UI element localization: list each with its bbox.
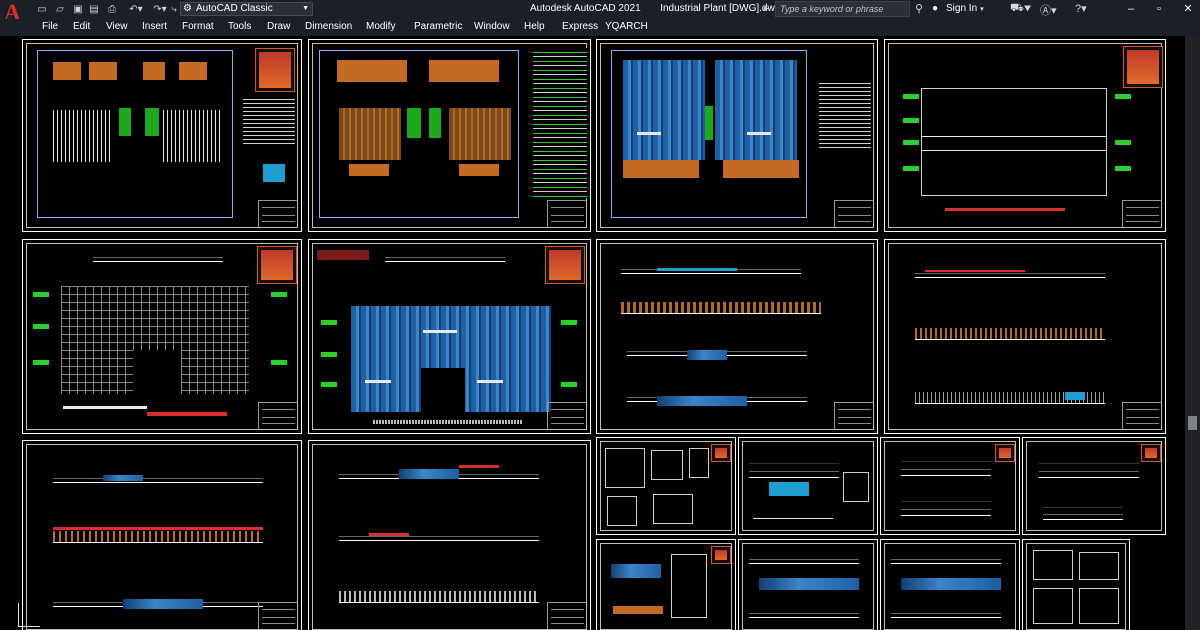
minimize-icon[interactable]: – xyxy=(1123,0,1139,18)
sheet-sections-2[interactable] xyxy=(308,440,591,630)
sheet-details-3[interactable] xyxy=(880,437,1020,535)
sheet-elevations-2[interactable] xyxy=(884,239,1166,434)
file-title: Industrial Plant [DWG].dwg xyxy=(660,3,781,14)
sheet-sections-1[interactable] xyxy=(22,440,302,630)
menu-file[interactable]: File xyxy=(42,21,58,32)
save-icon[interactable]: ▣ xyxy=(72,3,84,16)
share-icon[interactable]: ⤷ xyxy=(170,3,178,16)
gear-icon: ⚙ xyxy=(183,3,192,14)
menu-draw[interactable]: Draw xyxy=(267,21,290,32)
sheet-ceiling-plan[interactable] xyxy=(308,239,591,434)
menu-edit[interactable]: Edit xyxy=(73,21,90,32)
menu-insert[interactable]: Insert xyxy=(142,21,167,32)
search-input[interactable]: Type a keyword or phrase xyxy=(775,1,910,17)
sheet-details-1[interactable] xyxy=(596,437,736,535)
redo-icon[interactable]: ↷▾ xyxy=(151,3,169,16)
menu-yqarch[interactable]: YQARCH xyxy=(605,21,648,32)
sign-in-label: Sign In xyxy=(946,3,978,14)
menu-bar: File Edit View Insert Format Tools Draw … xyxy=(0,19,1200,36)
undo-icon[interactable]: ↶▾ xyxy=(127,3,145,16)
sheet-details-5[interactable] xyxy=(596,539,736,630)
sheet-site-plan-1[interactable] xyxy=(22,39,302,232)
sheet-details-4[interactable] xyxy=(1022,437,1166,535)
sheet-axis-plan[interactable] xyxy=(884,39,1166,232)
open-icon[interactable]: ▱ xyxy=(54,3,66,16)
sheet-racking-plan[interactable] xyxy=(22,239,302,434)
workspace-dropdown[interactable]: ⚙ AutoCAD Classic ▼ xyxy=(180,2,313,16)
menu-format[interactable]: Format xyxy=(182,21,214,32)
sheet-details-7[interactable] xyxy=(880,539,1020,630)
sign-in-button[interactable]: ● Sign In ▾ xyxy=(932,3,984,14)
ucs-icon xyxy=(10,601,40,630)
close-icon[interactable]: ✕ xyxy=(1180,0,1196,18)
cart-icon[interactable]: ⛟▾ xyxy=(1010,2,1031,16)
a360-icon[interactable]: Ⓐ▾ xyxy=(1040,2,1057,18)
menu-express[interactable]: Express xyxy=(562,21,598,32)
sheet-details-6[interactable] xyxy=(738,539,878,630)
binoculars-icon[interactable]: ⚲ xyxy=(915,2,923,15)
sheet-details-2[interactable] xyxy=(738,437,878,535)
menu-view[interactable]: View xyxy=(106,21,128,32)
menu-dimension[interactable]: Dimension xyxy=(305,21,352,32)
maximize-icon[interactable]: ▫ xyxy=(1151,0,1167,18)
sheet-details-8[interactable] xyxy=(1022,539,1130,630)
vertical-scrollbar[interactable] xyxy=(1185,36,1200,630)
scrollbar-thumb[interactable] xyxy=(1188,416,1197,430)
sheet-roof-plan[interactable] xyxy=(596,39,878,232)
chevron-down-icon: ▼ xyxy=(302,5,309,12)
menu-parametric[interactable]: Parametric xyxy=(414,21,462,32)
menu-help[interactable]: Help xyxy=(524,21,545,32)
title-bar: A ▭ ▱ ▣ ▤ ⎙ ↶▾ ↷▾ ⤷ ⚙ AutoCAD Classic ▼ … xyxy=(0,0,1200,25)
search-icon[interactable]: ▸ xyxy=(764,3,769,14)
menu-window[interactable]: Window xyxy=(474,21,510,32)
menu-tools[interactable]: Tools xyxy=(228,21,251,32)
menu-modify[interactable]: Modify xyxy=(366,21,395,32)
window-title: Autodesk AutoCAD 2021 Industrial Plant [… xyxy=(530,3,780,14)
drawing-canvas[interactable] xyxy=(0,36,1185,630)
help-icon[interactable]: ?▾ xyxy=(1075,2,1087,15)
app-title: Autodesk AutoCAD 2021 xyxy=(530,3,641,14)
sheet-site-plan-2[interactable] xyxy=(308,39,591,232)
new-icon[interactable]: ▭ xyxy=(36,3,48,16)
plot-icon[interactable]: ⎙ xyxy=(106,3,118,16)
workspace-name: AutoCAD Classic xyxy=(196,3,273,14)
user-icon: ● xyxy=(932,3,939,14)
sheet-elevations-1[interactable] xyxy=(596,239,878,434)
save-as-icon[interactable]: ▤ xyxy=(88,3,100,16)
